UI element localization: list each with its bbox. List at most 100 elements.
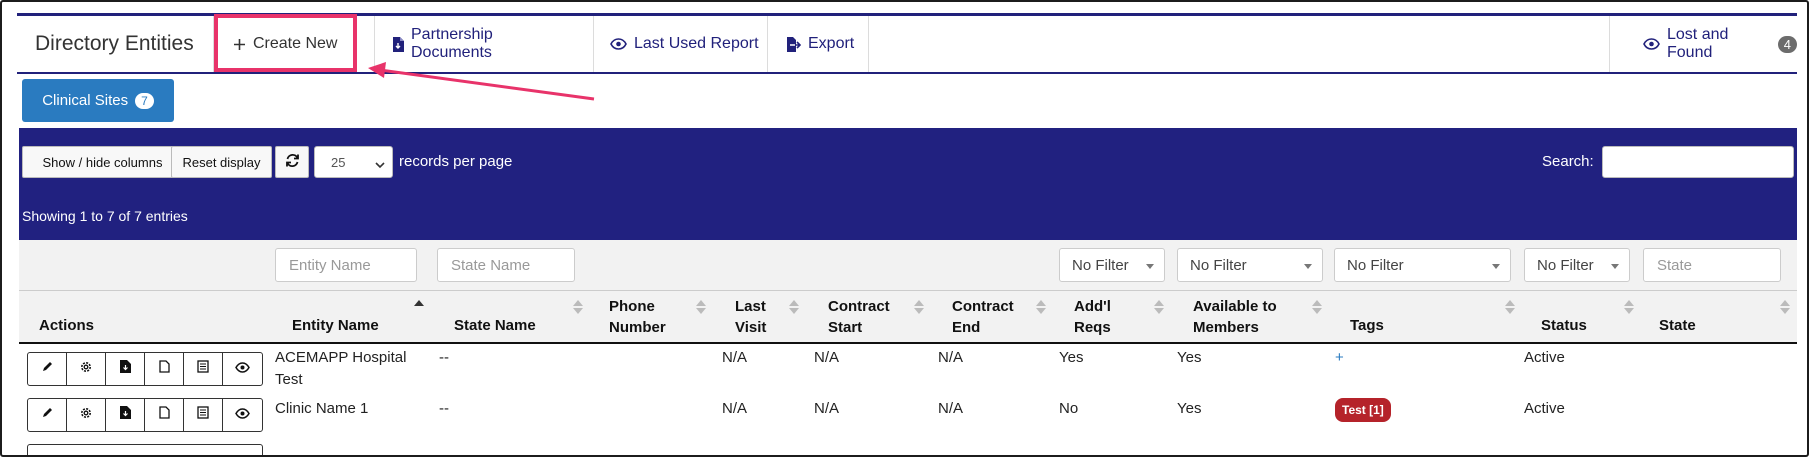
sort-icon[interactable] — [696, 300, 706, 314]
cell-last-visit: N/A — [722, 400, 748, 417]
pencil-icon — [41, 360, 54, 378]
records-per-page-label: records per page — [399, 153, 513, 170]
cell-contract-end: N/A — [938, 349, 964, 366]
cell-status: Active — [1524, 400, 1565, 417]
cell-state-name: -- — [439, 400, 449, 417]
file-icon — [158, 360, 170, 378]
addl-reqs-filter-select[interactable]: No Filter — [1059, 248, 1165, 282]
view-button[interactable] — [223, 399, 262, 431]
entries-summary: Showing 1 to 7 of 7 entries — [22, 208, 188, 224]
file-download-icon — [119, 406, 131, 424]
col-phone-line2: Number — [609, 319, 666, 336]
col-addl-reqs-line1[interactable]: Add'l — [1074, 296, 1111, 318]
app-window: Directory Entities Create New Partnershi… — [0, 0, 1809, 457]
document-button[interactable] — [145, 353, 184, 385]
cell-state-name: -- — [439, 349, 449, 366]
row-action-buttons — [27, 352, 263, 386]
settings-button[interactable] — [67, 353, 106, 385]
col-last-visit-line2: Visit — [735, 319, 767, 336]
cell-available: Yes — [1177, 349, 1202, 366]
chevron-down-icon — [1611, 264, 1619, 269]
tab-count-badge: 7 — [135, 92, 154, 109]
sort-icon[interactable] — [573, 300, 583, 314]
chevron-down-icon — [1304, 264, 1312, 269]
table-panel: Show / hide columns Reset display 25 rec… — [19, 128, 1797, 455]
add-tag-button[interactable]: + — [1335, 347, 1344, 369]
sort-icon[interactable] — [1312, 300, 1322, 314]
cell-entity-name: Clinic Name 1 — [275, 400, 369, 417]
cell-contract-end: N/A — [938, 400, 964, 417]
sort-icon[interactable] — [1505, 300, 1515, 314]
cell-last-visit: N/A — [722, 349, 748, 366]
details-button[interactable] — [184, 399, 223, 431]
available-filter-select[interactable]: No Filter — [1177, 248, 1323, 282]
file-icon — [158, 406, 170, 424]
state-name-filter-input[interactable]: State Name — [437, 248, 575, 282]
refresh-button[interactable] — [275, 146, 309, 178]
sort-icon[interactable] — [914, 300, 924, 314]
sort-icon[interactable] — [1036, 300, 1046, 314]
eye-icon — [235, 360, 250, 378]
list-icon — [197, 406, 209, 424]
addl-reqs-filter-value: No Filter — [1072, 256, 1129, 274]
col-last-visit-line1[interactable]: Last — [735, 296, 766, 318]
chevron-down-icon — [1492, 264, 1500, 269]
sort-icon[interactable] — [1780, 300, 1790, 314]
reset-display-button[interactable]: Reset display — [171, 146, 272, 178]
tab-clinical-sites[interactable]: Clinical Sites 7 — [22, 79, 174, 122]
col-entity-name[interactable]: Entity Name — [292, 315, 379, 337]
table-row: ACEMAPP Hospital Test -- N/A N/A N/A Yes… — [19, 344, 1797, 395]
edit-button[interactable] — [28, 399, 67, 431]
file-download-icon — [119, 360, 131, 378]
edit-button[interactable] — [28, 353, 67, 385]
tag-badge[interactable]: Test [1] — [1335, 398, 1391, 422]
records-per-page-value: 25 — [331, 154, 346, 170]
status-filter-value: No Filter — [1537, 256, 1594, 274]
details-button[interactable] — [184, 353, 223, 385]
view-button[interactable] — [223, 353, 262, 385]
col-state-name[interactable]: State Name — [454, 315, 536, 337]
table-row-partial — [19, 440, 1797, 455]
sort-icon[interactable] — [1624, 300, 1634, 314]
list-icon — [197, 360, 209, 378]
row-action-buttons-partial — [27, 444, 263, 455]
cell-entity-name: ACEMAPP Hospital Test — [275, 347, 406, 391]
col-contract-start-line1[interactable]: Contract — [828, 296, 890, 318]
download-document-button[interactable] — [106, 399, 145, 431]
col-phone-line1[interactable]: Phone — [609, 296, 655, 318]
filter-row: Entity Name State Name No Filter No Filt… — [19, 240, 1797, 290]
col-state[interactable]: State — [1659, 315, 1696, 337]
col-status[interactable]: Status — [1541, 315, 1587, 337]
cell-tags: Test [1] — [1335, 398, 1391, 422]
tags-filter-select[interactable]: No Filter — [1334, 248, 1511, 282]
show-hide-columns-button[interactable]: Show / hide columns — [22, 146, 183, 178]
settings-button[interactable] — [67, 399, 106, 431]
sort-icon[interactable] — [789, 300, 799, 314]
sort-icon[interactable] — [1154, 300, 1164, 314]
sort-asc-icon[interactable] — [414, 300, 424, 314]
tab-clinical-sites-label: Clinical Sites — [42, 92, 129, 109]
pencil-icon — [41, 406, 54, 424]
search-input[interactable] — [1602, 146, 1794, 178]
cell-contract-start: N/A — [814, 400, 840, 417]
state-filter-input[interactable]: State — [1643, 248, 1781, 282]
cell-entity-name-line2: Test — [275, 371, 303, 388]
col-tags[interactable]: Tags — [1350, 315, 1384, 337]
status-filter-select[interactable]: No Filter — [1524, 248, 1630, 282]
col-addl-reqs-line2: Reqs — [1074, 319, 1111, 336]
cell-entity-name-line1: ACEMAPP Hospital — [275, 349, 407, 366]
gear-icon — [79, 406, 93, 425]
col-contract-end-line1[interactable]: Contract — [952, 296, 1014, 318]
col-actions: Actions — [39, 317, 95, 334]
entity-name-filter-input[interactable]: Entity Name — [275, 248, 417, 282]
cell-status: Active — [1524, 349, 1565, 366]
document-button[interactable] — [145, 399, 184, 431]
records-per-page-select[interactable]: 25 — [314, 146, 393, 178]
col-contract-start-line2: Start — [828, 319, 863, 336]
cell-addl-reqs: Yes — [1059, 349, 1084, 366]
download-document-button[interactable] — [106, 353, 145, 385]
eye-icon — [235, 406, 250, 424]
col-available-line1[interactable]: Available to — [1193, 296, 1277, 318]
gear-icon — [79, 360, 93, 379]
table-header-row: Actions Entity Name State Name Phone Num… — [19, 290, 1797, 344]
